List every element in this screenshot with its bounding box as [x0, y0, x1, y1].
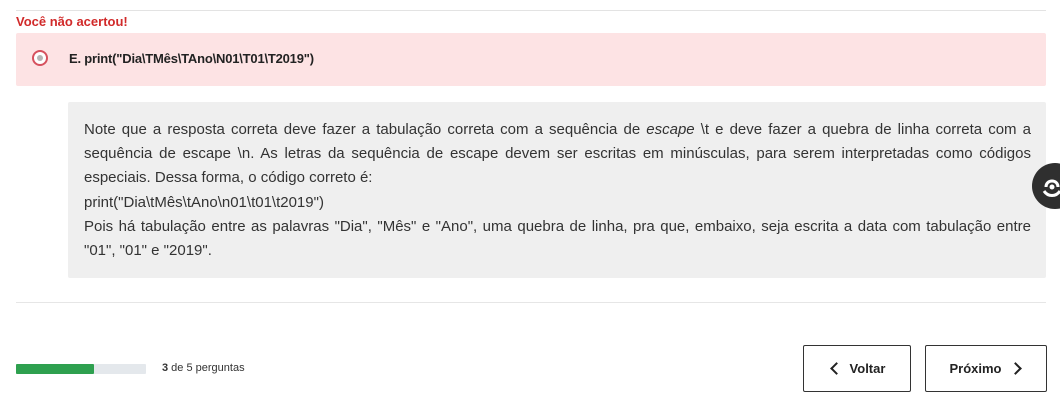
top-divider — [16, 10, 1046, 11]
result-title: Você não acertou! — [16, 14, 128, 29]
feedback-text-part: Note que a resposta correta deve fazer a… — [84, 121, 647, 138]
feedback-text: Note que a resposta correta deve fazer a… — [84, 118, 1031, 263]
back-button-label: Voltar — [849, 361, 886, 376]
progress-fill — [16, 364, 94, 374]
bottom-divider — [16, 302, 1046, 303]
answer-text: E. print("Dia\TMês\TAno\N01\T01\T2019") — [69, 51, 314, 66]
chevron-left-icon — [829, 362, 843, 375]
chevron-right-icon — [1008, 362, 1022, 375]
feedback-emphasis: escape — [646, 121, 695, 138]
radio-dot-icon — [37, 55, 43, 61]
back-button[interactable]: Voltar — [803, 345, 911, 392]
feedback-box: Note que a resposta correta deve fazer a… — [68, 102, 1046, 278]
next-button-label: Próximo — [949, 361, 1002, 376]
answer-radio[interactable] — [32, 50, 48, 66]
progress-bar — [16, 364, 146, 374]
feedback-paragraph: Note que a resposta correta deve fazer a… — [84, 118, 1031, 191]
feedback-explanation: Pois há tabulação entre as palavras "Dia… — [84, 217, 1031, 260]
progress-total: de 5 perguntas — [168, 362, 245, 374]
feedback-code: print("Dia\tMês\tAno\n01\t01\t2019") — [84, 193, 324, 211]
progress-label: 3 de 5 perguntas — [162, 362, 245, 374]
next-button[interactable]: Próximo — [925, 345, 1047, 392]
selected-answer: E. print("Dia\TMês\TAno\N01\T01\T2019") — [16, 33, 1046, 86]
